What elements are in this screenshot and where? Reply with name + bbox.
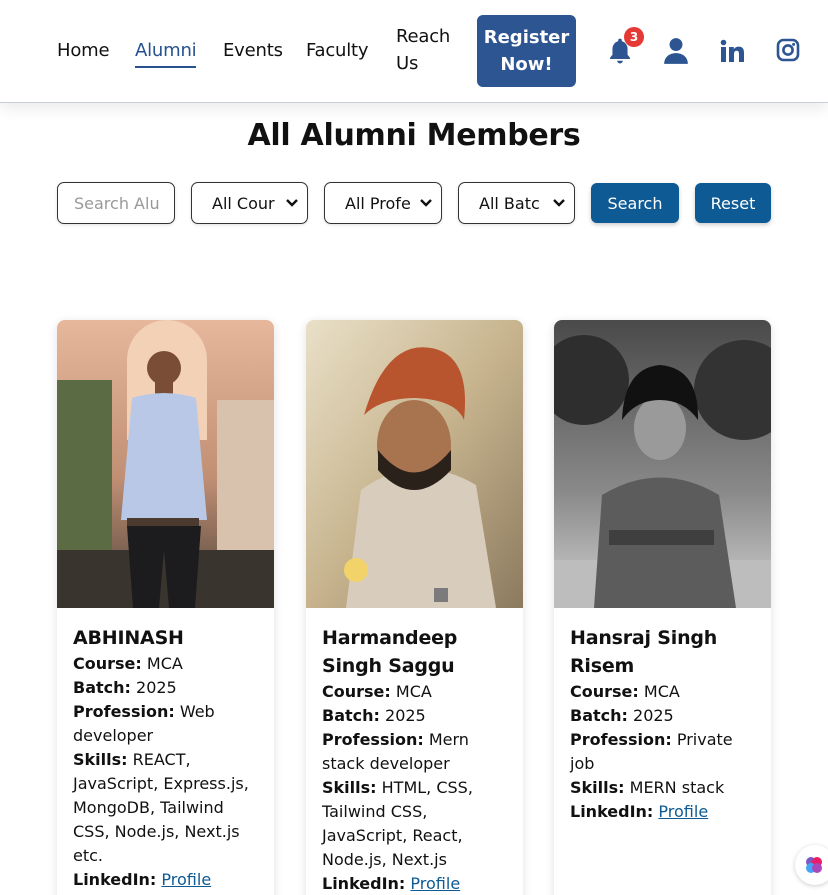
reset-button[interactable]: Reset — [695, 183, 771, 223]
alumni-photo — [554, 320, 771, 608]
instagram-icon[interactable] — [775, 37, 801, 63]
alumni-card: ABHINASH Course: MCA Batch: 2025 Profess… — [57, 320, 274, 895]
profession-label: Profession: — [322, 730, 424, 749]
alumni-card: Harmandeep Singh Saggu Course: MCA Batch… — [306, 320, 523, 895]
batch-select[interactable]: All Batc — [458, 182, 575, 224]
batch-value: 2025 — [633, 706, 674, 725]
course-select-value: All Cour — [212, 193, 275, 213]
linkedin-label: LinkedIn: — [570, 802, 654, 821]
assistant-fab-button[interactable] — [795, 845, 828, 885]
alumni-details: Harmandeep Singh Saggu Course: MCA Batch… — [322, 624, 512, 895]
profession-select-value: All Profe — [345, 193, 411, 213]
course-value: MCA — [146, 654, 183, 673]
course-label: Course: — [73, 654, 142, 673]
linkedin-label: LinkedIn: — [73, 870, 157, 889]
nav-events[interactable]: Events — [223, 37, 283, 64]
register-now-button[interactable]: Register Now! — [477, 15, 576, 87]
chevron-down-icon — [286, 199, 298, 207]
profession-select[interactable]: All Profe — [324, 182, 442, 224]
skills-label: Skills: — [322, 778, 377, 797]
alumni-name: Harmandeep Singh Saggu — [322, 627, 458, 677]
alumni-details: Hansraj Singh Risem Course: MCA Batch: 2… — [570, 624, 760, 824]
register-now-label: Register Now! — [483, 27, 570, 75]
skills-label: Skills: — [570, 778, 625, 797]
course-value: MCA — [395, 682, 432, 701]
search-button[interactable]: Search — [591, 183, 679, 223]
chevron-down-icon — [420, 199, 432, 207]
batch-label: Batch: — [570, 706, 628, 725]
nav-reach-us[interactable]: Reach Us — [396, 23, 456, 77]
alumni-photo — [57, 320, 274, 608]
batch-label: Batch: — [73, 678, 131, 697]
notification-badge: 3 — [624, 27, 644, 47]
profession-label: Profession: — [73, 702, 175, 721]
user-icon[interactable] — [662, 36, 690, 66]
nav-alumni[interactable]: Alumni — [135, 37, 197, 68]
alumni-name: ABHINASH — [73, 627, 184, 649]
linkedin-profile-link[interactable]: Profile — [410, 874, 460, 893]
nav-faculty[interactable]: Faculty — [306, 37, 369, 64]
batch-select-value: All Batc — [479, 193, 540, 213]
profession-label: Profession: — [570, 730, 672, 749]
linkedin-profile-link[interactable]: Profile — [161, 870, 211, 889]
batch-label: Batch: — [322, 706, 380, 725]
chevron-down-icon — [553, 199, 565, 207]
linkedin-profile-link[interactable]: Profile — [658, 802, 708, 821]
alumni-details: ABHINASH Course: MCA Batch: 2025 Profess… — [73, 624, 263, 892]
skills-label: Skills: — [73, 750, 128, 769]
linkedin-label: LinkedIn: — [322, 874, 406, 893]
course-label: Course: — [570, 682, 639, 701]
course-label: Course: — [322, 682, 391, 701]
search-input-placeholder: Search Alu — [74, 193, 160, 213]
nav-home[interactable]: Home — [57, 37, 110, 64]
alumni-photo — [306, 320, 523, 608]
search-input[interactable]: Search Alu — [57, 182, 175, 224]
page-title: All Alumni Members — [247, 118, 581, 153]
alumni-name: Hansraj Singh Risem — [570, 627, 718, 677]
course-select[interactable]: All Cour — [191, 182, 308, 224]
alumni-card: Hansraj Singh Risem Course: MCA Batch: 2… — [554, 320, 771, 895]
navbar: Home Alumni Events Faculty Reach Us Regi… — [0, 0, 828, 103]
brain-icon — [806, 857, 822, 873]
batch-value: 2025 — [385, 706, 426, 725]
batch-value: 2025 — [136, 678, 177, 697]
skills-value: MERN stack — [629, 778, 725, 797]
linkedin-icon[interactable] — [718, 37, 746, 65]
course-value: MCA — [643, 682, 680, 701]
